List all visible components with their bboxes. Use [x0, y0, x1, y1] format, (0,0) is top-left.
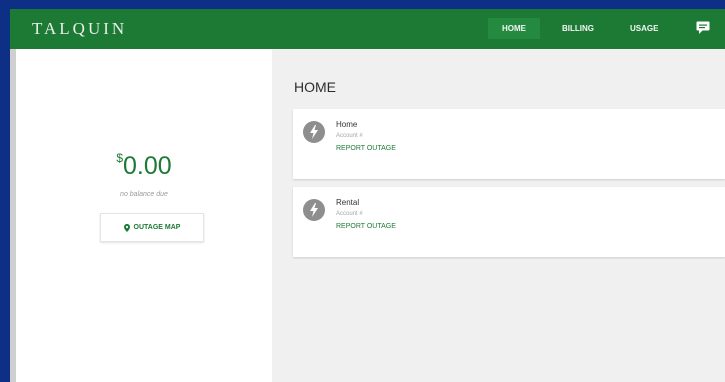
chat-bubble-icon[interactable]	[696, 21, 710, 34]
account-number: Account #	[336, 133, 363, 139]
report-outage-link[interactable]: REPORT OUTAGE	[336, 145, 396, 152]
lightning-icon	[303, 121, 325, 143]
account-name: Rental	[336, 198, 360, 207]
account-card-rental[interactable]: Rental Account # REPORT OUTAGE	[293, 187, 725, 257]
nav-item-usage[interactable]: USAGE	[616, 18, 672, 39]
map-pin-icon	[123, 223, 130, 232]
balance-sidebar: $0.00 no balance due OUTAGE MAP	[16, 49, 272, 382]
account-number: Account #	[336, 211, 363, 217]
balance-value: 0.00	[123, 152, 172, 180]
brand-logo-text[interactable]: TALQUIN	[32, 19, 127, 39]
balance-caption: no balance due	[120, 191, 168, 198]
main-nav: HOME BILLING USAGE	[488, 17, 680, 39]
account-card-home[interactable]: Home Account # REPORT OUTAGE	[293, 109, 725, 179]
nav-item-home[interactable]: HOME	[488, 17, 540, 39]
balance-currency-symbol: $	[116, 151, 123, 165]
nav-item-billing[interactable]: BILLING	[548, 18, 608, 39]
top-navigation-bar: TALQUIN HOME BILLING USAGE	[10, 9, 725, 49]
outage-map-button[interactable]: OUTAGE MAP	[100, 213, 204, 242]
main-content: HOME Home Account # REPORT OUTAGE Rental…	[272, 49, 725, 382]
page-title: HOME	[294, 79, 336, 95]
lightning-icon	[303, 199, 325, 221]
report-outage-link[interactable]: REPORT OUTAGE	[336, 223, 396, 230]
app-window: TALQUIN HOME BILLING USAGE $0.00 no bala…	[10, 9, 725, 382]
outage-map-label: OUTAGE MAP	[133, 224, 181, 231]
account-name: Home	[336, 120, 358, 129]
balance-amount: $0.00	[16, 151, 272, 181]
